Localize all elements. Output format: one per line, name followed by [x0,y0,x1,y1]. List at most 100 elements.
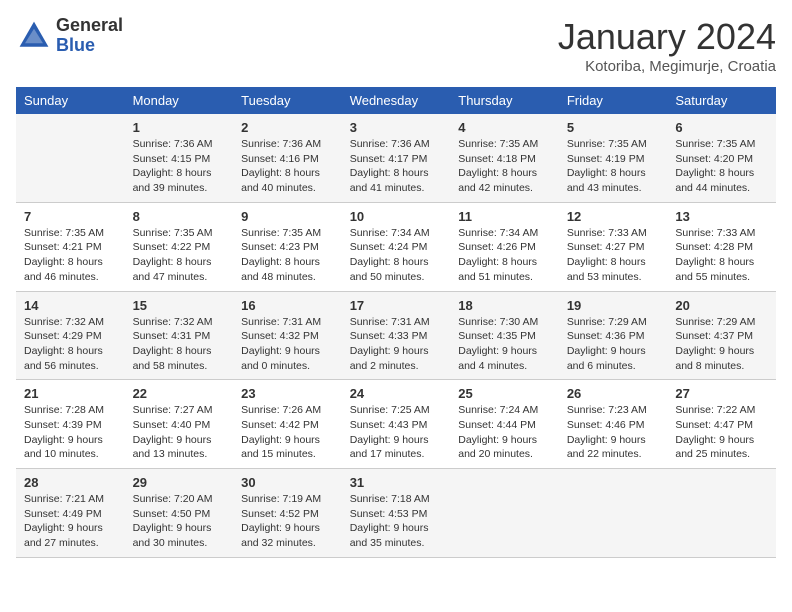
day-number: 15 [133,298,226,313]
day-info: Sunrise: 7:21 AM Sunset: 4:49 PM Dayligh… [24,492,117,551]
day-info: Sunrise: 7:19 AM Sunset: 4:52 PM Dayligh… [241,492,334,551]
calendar-week-row: 14 Sunrise: 7:32 AM Sunset: 4:29 PM Dayli… [16,291,776,380]
day-number: 2 [241,120,334,135]
calendar-cell: 19Sunrise: 7:29 AM Sunset: 4:36 PM Dayli… [559,291,668,380]
day-info: Sunrise: 7:35 AM Sunset: 4:21 PM Dayligh… [24,226,117,285]
day-info: Sunrise: 7:35 AM Sunset: 4:22 PM Dayligh… [133,226,226,285]
day-number: 28 [24,475,117,490]
calendar-cell: 28 Sunrise: 7:21 AM Sunset: 4:49 PM Dayli… [16,469,125,558]
weekday-header: Friday [559,87,668,114]
calendar-cell: 10 Sunrise: 7:34 AM Sunset: 4:24 PM Dayli… [342,202,451,291]
day-info: Sunrise: 7:18 AM Sunset: 4:53 PM Dayligh… [350,492,443,551]
calendar-cell [450,469,559,558]
calendar-cell: 22 Sunrise: 7:27 AM Sunset: 4:40 PM Dayli… [125,380,234,469]
day-info: Sunrise: 7:20 AM Sunset: 4:50 PM Dayligh… [133,492,226,551]
calendar-cell: 18 Sunrise: 7:30 AM Sunset: 4:35 PM Dayli… [450,291,559,380]
day-number: 1 [133,120,226,135]
calendar-cell: 4Sunrise: 7:35 AM Sunset: 4:18 PM Daylig… [450,114,559,202]
day-info: Sunrise: 7:36 AM Sunset: 4:16 PM Dayligh… [241,137,334,196]
day-number: 19 [567,298,660,313]
page-header: General Blue January 2024 Kotoriba, Megi… [16,16,776,75]
calendar-week-row: 7 Sunrise: 7:35 AM Sunset: 4:21 PM Daylig… [16,202,776,291]
day-info: Sunrise: 7:34 AM Sunset: 4:24 PM Dayligh… [350,226,443,285]
day-number: 17 [350,298,443,313]
day-number: 27 [675,386,768,401]
calendar-cell: 14 Sunrise: 7:32 AM Sunset: 4:29 PM Dayli… [16,291,125,380]
calendar-cell: 8Sunrise: 7:35 AM Sunset: 4:22 PM Daylig… [125,202,234,291]
day-info: Sunrise: 7:33 AM Sunset: 4:27 PM Dayligh… [567,226,660,285]
day-number: 12 [567,209,660,224]
day-number: 26 [567,386,660,401]
day-number: 16 [241,298,334,313]
weekday-header: Tuesday [233,87,342,114]
calendar-cell: 15 Sunrise: 7:32 AM Sunset: 4:31 PM Dayli… [125,291,234,380]
day-info: Sunrise: 7:26 AM Sunset: 4:42 PM Dayligh… [241,403,334,462]
calendar-cell: 11Sunrise: 7:34 AM Sunset: 4:26 PM Dayli… [450,202,559,291]
day-info: Sunrise: 7:35 AM Sunset: 4:23 PM Dayligh… [241,226,334,285]
calendar-week-row: 1Sunrise: 7:36 AM Sunset: 4:15 PM Daylig… [16,114,776,202]
day-info: Sunrise: 7:23 AM Sunset: 4:46 PM Dayligh… [567,403,660,462]
calendar-cell: 26 Sunrise: 7:23 AM Sunset: 4:46 PM Dayli… [559,380,668,469]
calendar-cell: 20 Sunrise: 7:29 AM Sunset: 4:37 PM Dayli… [667,291,776,380]
header-row: SundayMondayTuesdayWednesdayThursdayFrid… [16,87,776,114]
day-number: 4 [458,120,551,135]
day-number: 9 [241,209,334,224]
calendar-cell: 29 Sunrise: 7:20 AM Sunset: 4:50 PM Dayli… [125,469,234,558]
day-info: Sunrise: 7:24 AM Sunset: 4:44 PM Dayligh… [458,403,551,462]
calendar-cell: 2 Sunrise: 7:36 AM Sunset: 4:16 PM Daylig… [233,114,342,202]
day-number: 11 [458,209,551,224]
calendar-cell: 24Sunrise: 7:25 AM Sunset: 4:43 PM Dayli… [342,380,451,469]
calendar-cell: 5Sunrise: 7:35 AM Sunset: 4:19 PM Daylig… [559,114,668,202]
day-number: 6 [675,120,768,135]
location: Kotoriba, Megimurje, Croatia [558,58,776,75]
day-number: 31 [350,475,443,490]
day-number: 13 [675,209,768,224]
month-title: January 2024 [558,16,776,58]
calendar-cell: 7 Sunrise: 7:35 AM Sunset: 4:21 PM Daylig… [16,202,125,291]
day-info: Sunrise: 7:32 AM Sunset: 4:31 PM Dayligh… [133,315,226,374]
calendar-cell: 27 Sunrise: 7:22 AM Sunset: 4:47 PM Dayli… [667,380,776,469]
calendar-week-row: 21Sunrise: 7:28 AM Sunset: 4:39 PM Dayli… [16,380,776,469]
day-number: 30 [241,475,334,490]
calendar-cell [16,114,125,202]
day-info: Sunrise: 7:32 AM Sunset: 4:29 PM Dayligh… [24,315,117,374]
calendar-cell: 25Sunrise: 7:24 AM Sunset: 4:44 PM Dayli… [450,380,559,469]
weekday-header: Thursday [450,87,559,114]
day-info: Sunrise: 7:36 AM Sunset: 4:17 PM Dayligh… [350,137,443,196]
day-number: 18 [458,298,551,313]
calendar-cell: 30 Sunrise: 7:19 AM Sunset: 4:52 PM Dayli… [233,469,342,558]
calendar-cell: 21Sunrise: 7:28 AM Sunset: 4:39 PM Dayli… [16,380,125,469]
day-number: 7 [24,209,117,224]
calendar-cell: 17Sunrise: 7:31 AM Sunset: 4:33 PM Dayli… [342,291,451,380]
day-info: Sunrise: 7:27 AM Sunset: 4:40 PM Dayligh… [133,403,226,462]
day-info: Sunrise: 7:35 AM Sunset: 4:20 PM Dayligh… [675,137,768,196]
day-number: 22 [133,386,226,401]
weekday-header: Sunday [16,87,125,114]
day-info: Sunrise: 7:29 AM Sunset: 4:37 PM Dayligh… [675,315,768,374]
logo-general: General [56,15,123,35]
logo-icon [16,18,52,54]
calendar-cell: 12 Sunrise: 7:33 AM Sunset: 4:27 PM Dayli… [559,202,668,291]
logo-text: General Blue [56,16,123,56]
day-info: Sunrise: 7:25 AM Sunset: 4:43 PM Dayligh… [350,403,443,462]
day-info: Sunrise: 7:30 AM Sunset: 4:35 PM Dayligh… [458,315,551,374]
weekday-header: Monday [125,87,234,114]
day-info: Sunrise: 7:31 AM Sunset: 4:32 PM Dayligh… [241,315,334,374]
weekday-header: Saturday [667,87,776,114]
calendar-cell [667,469,776,558]
day-number: 10 [350,209,443,224]
day-number: 29 [133,475,226,490]
calendar-cell: 31 Sunrise: 7:18 AM Sunset: 4:53 PM Dayli… [342,469,451,558]
calendar-cell: 6 Sunrise: 7:35 AM Sunset: 4:20 PM Daylig… [667,114,776,202]
day-number: 14 [24,298,117,313]
calendar-cell: 16 Sunrise: 7:31 AM Sunset: 4:32 PM Dayli… [233,291,342,380]
calendar-header: SundayMondayTuesdayWednesdayThursdayFrid… [16,87,776,114]
day-info: Sunrise: 7:35 AM Sunset: 4:19 PM Dayligh… [567,137,660,196]
calendar-cell: 3Sunrise: 7:36 AM Sunset: 4:17 PM Daylig… [342,114,451,202]
title-block: January 2024 Kotoriba, Megimurje, Croati… [558,16,776,75]
day-number: 20 [675,298,768,313]
day-info: Sunrise: 7:22 AM Sunset: 4:47 PM Dayligh… [675,403,768,462]
calendar-cell: 23Sunrise: 7:26 AM Sunset: 4:42 PM Dayli… [233,380,342,469]
logo-blue: Blue [56,35,95,55]
weekday-header: Wednesday [342,87,451,114]
